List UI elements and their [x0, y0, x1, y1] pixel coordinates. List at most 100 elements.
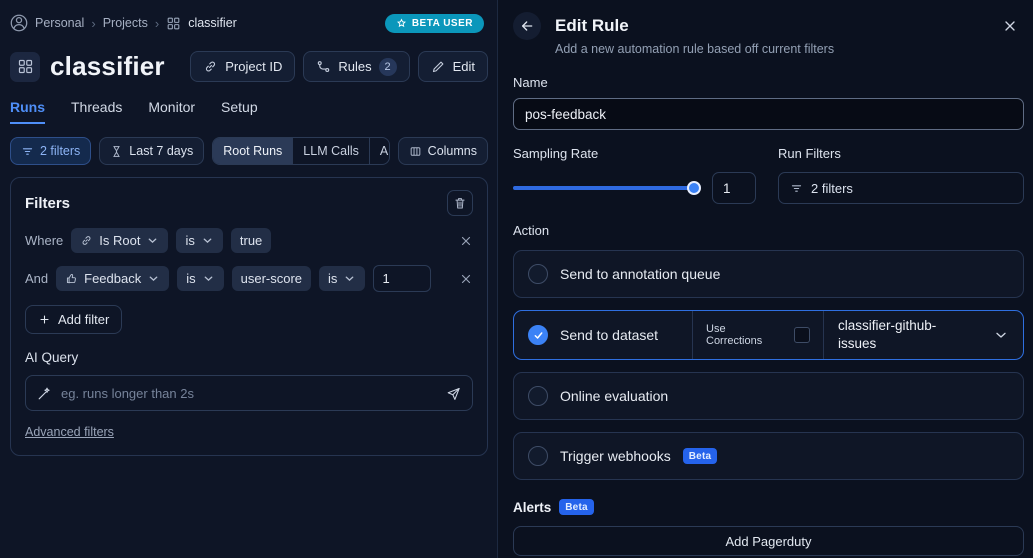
feedback-operator2-label: is: [328, 271, 338, 286]
chevron-down-icon: [202, 272, 215, 285]
tab-setup[interactable]: Setup: [221, 99, 258, 124]
link-icon: [203, 59, 218, 74]
user-avatar-icon[interactable]: [10, 14, 28, 32]
project-icon: [10, 51, 40, 82]
filter-field-select[interactable]: Is Root: [71, 228, 169, 253]
remove-filter-icon[interactable]: [459, 272, 473, 286]
filters-count-button[interactable]: 2 filters: [10, 137, 92, 165]
slider-handle[interactable]: [687, 181, 701, 195]
filter-row-and: And Feedback is user-score is 1: [25, 265, 473, 292]
back-arrow-icon[interactable]: [513, 12, 541, 40]
edit-button[interactable]: Edit: [417, 51, 488, 82]
run-filters-group: Run Filters 2 filters: [778, 146, 1024, 204]
beta-user-badge: BETA USER: [384, 13, 484, 33]
option-annotation-queue-label: Send to annotation queue: [560, 266, 721, 282]
chevron-down-icon: [343, 272, 356, 285]
option-annotation-queue[interactable]: Send to annotation queue: [513, 250, 1024, 298]
sampling-rate-label: Sampling Rate: [513, 146, 599, 161]
option-online-evaluation[interactable]: Online evaluation: [513, 372, 1024, 420]
sampling-rate-slider[interactable]: [513, 181, 701, 195]
wand-icon: [37, 386, 52, 401]
edit-rule-panel: Edit Rule Add a new automation rule base…: [497, 0, 1033, 558]
dataset-select[interactable]: classifier-github-issues: [823, 311, 1023, 359]
tab-runs[interactable]: Runs: [10, 99, 45, 124]
use-corrections-label: Use Corrections: [706, 323, 763, 347]
filters-title: Filters: [25, 194, 71, 212]
feedback-value-input[interactable]: [373, 265, 432, 292]
use-corrections-zone: Use Corrections: [692, 311, 823, 359]
run-filters-button[interactable]: 2 filters: [778, 172, 1024, 204]
add-filter-button[interactable]: Add filter: [25, 305, 123, 334]
add-pagerduty-button[interactable]: Add Pagerduty: [513, 526, 1024, 556]
trash-icon[interactable]: [447, 190, 473, 216]
edit-label: Edit: [452, 59, 475, 74]
rule-name-input[interactable]: [513, 98, 1024, 130]
ai-query-label: AI Query: [25, 350, 79, 365]
filter-row-where: Where Is Root is true: [25, 228, 473, 253]
filters-panel-header: Filters: [25, 190, 473, 216]
breadcrumb-personal[interactable]: Personal: [35, 16, 84, 30]
filter-prefix-and: And: [25, 271, 49, 286]
dataset-option-label-zone[interactable]: Send to dataset: [514, 311, 692, 359]
dataset-select-value: classifier-github-issues: [838, 317, 937, 351]
page-title: classifier: [50, 51, 165, 81]
chevron-down-icon: [147, 272, 160, 285]
sampling-filters-row: Sampling Rate Run Filters 2 filters: [513, 146, 1024, 204]
add-filter-label: Add filter: [58, 312, 110, 327]
sampling-rate-value[interactable]: [712, 172, 756, 204]
radio-trigger-webhooks[interactable]: [528, 446, 548, 466]
breadcrumb-separator-icon: ›: [154, 15, 160, 31]
beta-user-badge-label: BETA USER: [411, 17, 473, 29]
segment-all-runs[interactable]: All Runs: [370, 138, 389, 164]
tab-monitor[interactable]: Monitor: [148, 99, 195, 124]
filter-prefix-where: Where: [25, 233, 64, 248]
edit-rule-subtitle: Add a new automation rule based off curr…: [555, 42, 835, 56]
breadcrumb-project[interactable]: classifier: [188, 16, 237, 30]
webhooks-beta-badge: Beta: [682, 448, 718, 464]
filter-operator-label: is: [185, 233, 195, 248]
action-label: Action: [513, 223, 550, 238]
ai-query-input[interactable]: [61, 385, 437, 401]
time-range-button[interactable]: Last 7 days: [99, 137, 205, 165]
segment-llm-calls[interactable]: LLM Calls: [293, 138, 370, 164]
project-header: classifier Project ID Rules 2 Edit: [10, 51, 488, 82]
filter-value[interactable]: true: [230, 228, 272, 253]
alerts-beta-badge: Beta: [559, 499, 594, 515]
sampling-rate-controls: [513, 172, 756, 204]
columns-label: Columns: [427, 144, 477, 158]
alerts-label: Alerts: [513, 499, 552, 515]
rules-button[interactable]: Rules 2: [303, 51, 410, 82]
breadcrumb-projects[interactable]: Projects: [103, 16, 148, 30]
run-type-segmented-control: Root Runs LLM Calls All Runs: [212, 137, 390, 165]
filter-operator-select[interactable]: is: [176, 228, 223, 253]
remove-filter-icon[interactable]: [459, 234, 473, 248]
feedback-key[interactable]: user-score: [231, 266, 312, 291]
send-icon[interactable]: [446, 386, 461, 401]
tab-threads[interactable]: Threads: [71, 99, 122, 124]
thumbs-up-icon: [65, 272, 78, 285]
app: Personal › Projects › classifier BETA US…: [0, 0, 1033, 558]
use-corrections-checkbox[interactable]: [794, 327, 810, 343]
feedback-field-select[interactable]: Feedback: [56, 266, 170, 291]
radio-send-to-dataset[interactable]: [528, 325, 548, 345]
edit-icon: [431, 59, 446, 74]
project-id-button[interactable]: Project ID: [190, 51, 296, 82]
filter-field-label: Is Root: [99, 233, 141, 248]
check-icon: [534, 331, 542, 339]
close-icon[interactable]: [996, 12, 1024, 40]
header-actions: Project ID Rules 2 Edit: [190, 51, 488, 82]
option-send-to-dataset[interactable]: Send to dataset Use Corrections classifi…: [513, 310, 1024, 360]
segment-root-runs[interactable]: Root Runs: [213, 138, 294, 164]
advanced-filters-link[interactable]: Advanced filters: [25, 425, 114, 439]
columns-button[interactable]: Columns: [397, 137, 488, 165]
radio-online-evaluation[interactable]: [528, 386, 548, 406]
option-trigger-webhooks[interactable]: Trigger webhooks Beta: [513, 432, 1024, 480]
plus-icon: [38, 313, 51, 326]
feedback-operator1-select[interactable]: is: [177, 266, 224, 291]
run-filters-label: Run Filters: [778, 146, 841, 161]
columns-icon: [409, 145, 422, 158]
feedback-operator2-select[interactable]: is: [319, 266, 366, 291]
run-filters-count-label: 2 filters: [811, 180, 853, 196]
rules-count-badge: 2: [378, 57, 397, 76]
radio-annotation-queue[interactable]: [528, 264, 548, 284]
